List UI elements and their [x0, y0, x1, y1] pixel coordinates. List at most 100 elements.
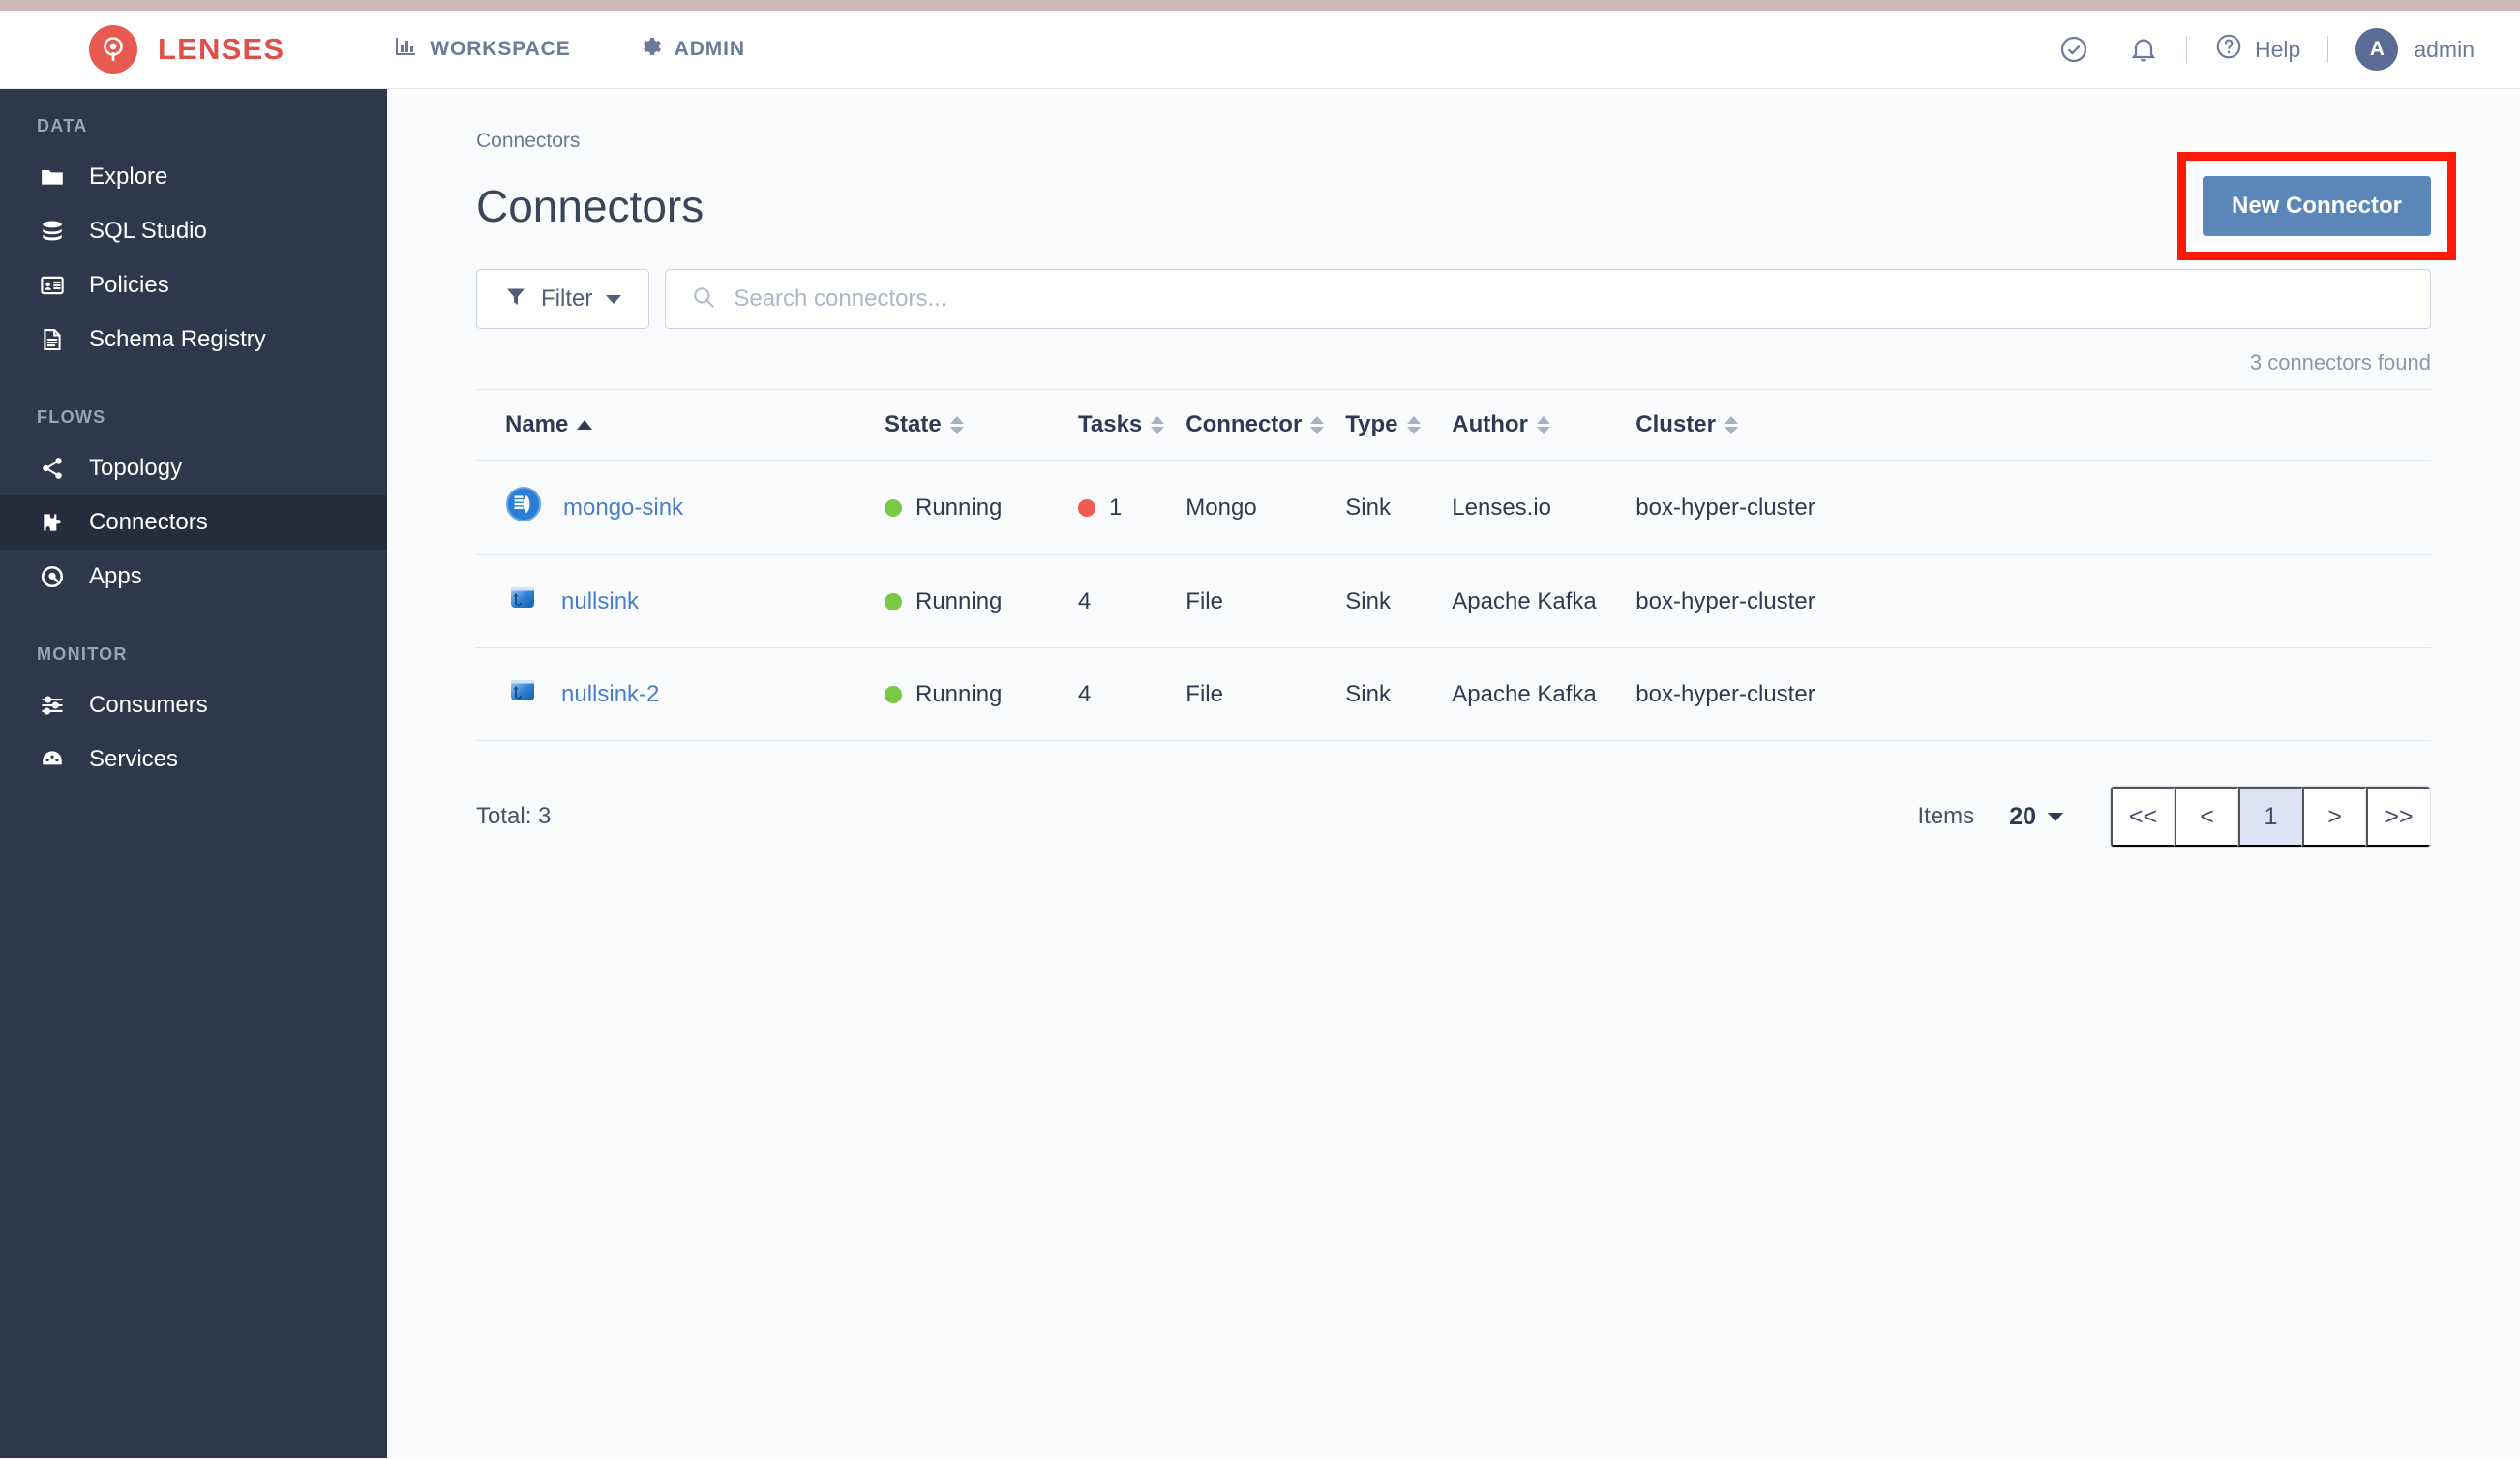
user-menu[interactable]: A admin: [2355, 28, 2475, 71]
gauge-icon: [37, 747, 68, 772]
sidebar-item-label: Schema Registry: [89, 326, 266, 352]
puzzle-piece-icon: [37, 510, 68, 535]
column-header-cluster[interactable]: Cluster: [1614, 389, 2431, 461]
sidebar-item-schema-registry[interactable]: Schema Registry: [0, 313, 387, 367]
column-header-cluster-label: Cluster: [1635, 411, 1716, 437]
sidebar-item-label: Explore: [89, 164, 168, 190]
gear-icon: [639, 35, 662, 64]
column-header-name[interactable]: Name: [476, 389, 863, 461]
column-header-author[interactable]: Author: [1430, 389, 1615, 461]
avatar: A: [2355, 28, 2399, 71]
sidebar-item-explore[interactable]: Explore: [0, 150, 387, 204]
table-footer: Total: 3 Items 20 << < 1 > >>: [476, 786, 2431, 848]
help-link[interactable]: Help: [2214, 32, 2300, 67]
column-header-name-label: Name: [505, 411, 569, 437]
filter-label: Filter: [541, 285, 593, 312]
help-label: Help: [2255, 36, 2301, 62]
table-row[interactable]: nullsink Running 4 File Sink Apache Kafk…: [476, 554, 2431, 648]
state-label: Running: [915, 680, 1003, 707]
column-header-connector[interactable]: Connector: [1164, 389, 1325, 461]
column-header-state[interactable]: State: [863, 389, 1057, 461]
sidebar-item-label: Apps: [89, 563, 142, 589]
results-count: 3 connectors found: [2249, 350, 2431, 374]
cell-name: nullsink: [476, 554, 863, 648]
connectors-table: Name State Tasks Connector Type Author C…: [476, 389, 2431, 741]
cell-state: Running: [863, 554, 1057, 648]
items-per-page-value: 20: [2009, 802, 2036, 830]
connector-name-link[interactable]: nullsink-2: [561, 681, 659, 708]
filter-button[interactable]: Filter: [476, 269, 650, 329]
sidebar-group-label: DATA: [37, 116, 88, 135]
cell-type: Sink: [1324, 647, 1431, 741]
main-content: Connectors Connectors New Connector Filt…: [387, 89, 2520, 1458]
sidebar-item-connectors[interactable]: Connectors: [0, 495, 387, 550]
bar-chart-icon: [394, 35, 417, 64]
brand[interactable]: LENSES: [89, 25, 285, 74]
search-input[interactable]: [734, 285, 2405, 313]
sort-neutral-icon: [1536, 415, 1550, 434]
column-header-type[interactable]: Type: [1324, 389, 1431, 461]
folder-icon: [37, 164, 68, 190]
sort-neutral-icon: [949, 415, 964, 434]
column-header-connector-label: Connector: [1185, 411, 1303, 437]
search-box[interactable]: [665, 269, 2431, 329]
sidebar-group-label: MONITOR: [37, 644, 128, 664]
new-connector-wrap: New Connector: [2176, 152, 2456, 260]
sort-neutral-icon: [1406, 415, 1421, 434]
sidebar-item-consumers[interactable]: Consumers: [0, 678, 387, 732]
breadcrumb[interactable]: Connectors: [476, 130, 2431, 153]
cell-tasks: 4: [1057, 554, 1165, 648]
total-count: Total: 3: [476, 803, 552, 829]
nav-workspace[interactable]: WORKSPACE: [394, 35, 570, 64]
browser-chrome-strip: [0, 0, 2520, 11]
table-row[interactable]: nullsink-2 Running 4 File Sink Apache Ka…: [476, 647, 2431, 741]
cell-connector: Mongo: [1164, 460, 1325, 555]
pager-page-1-button[interactable]: 1: [2238, 787, 2302, 847]
check-circle-icon[interactable]: [2058, 34, 2089, 65]
toolbar: Filter: [476, 269, 2431, 329]
column-header-tasks[interactable]: Tasks: [1057, 389, 1165, 461]
share-network-icon: [37, 456, 68, 481]
sidebar-item-services[interactable]: Services: [0, 732, 387, 787]
cell-cluster: box-hyper-cluster: [1614, 554, 2431, 648]
nav-admin-label: ADMIN: [674, 38, 745, 60]
mongodb-connector-icon: [505, 486, 542, 529]
chevron-down-icon: [606, 294, 622, 304]
pager-first-button[interactable]: <<: [2111, 787, 2175, 847]
pager-last-button[interactable]: >>: [2366, 787, 2430, 847]
pager: << < 1 > >>: [2110, 786, 2431, 848]
sidebar-item-topology[interactable]: Topology: [0, 441, 387, 495]
divider: [2327, 36, 2329, 63]
connector-name-link[interactable]: nullsink: [561, 588, 639, 615]
sidebar-item-sql-studio[interactable]: SQL Studio: [0, 204, 387, 258]
items-label: Items: [1917, 803, 1975, 829]
table-header-row: Name State Tasks Connector Type Author C…: [476, 389, 2431, 461]
cell-cluster: box-hyper-cluster: [1614, 460, 2431, 555]
nav-admin[interactable]: ADMIN: [639, 35, 745, 64]
tasks-count: 1: [1109, 493, 1123, 521]
sidebar-item-apps[interactable]: Apps: [0, 550, 387, 604]
cell-state: Running: [863, 460, 1057, 555]
status-dot-running: [885, 592, 902, 610]
page-title: Connectors: [476, 181, 705, 231]
database-icon: [37, 219, 68, 244]
sidebar-item-label: Consumers: [89, 692, 208, 718]
cell-connector: File: [1164, 554, 1325, 648]
new-connector-button[interactable]: New Connector: [2202, 176, 2431, 236]
connector-name-link[interactable]: mongo-sink: [563, 494, 683, 521]
cell-author: Apache Kafka: [1430, 647, 1615, 741]
sort-neutral-icon: [1151, 415, 1165, 434]
sidebar-item-label: Services: [89, 746, 179, 772]
app-header: LENSES WORKSPACE ADMIN Help A admin: [0, 11, 2520, 89]
funnel-icon: [504, 284, 527, 314]
pager-next-button[interactable]: >: [2302, 787, 2366, 847]
pager-prev-button[interactable]: <: [2175, 787, 2238, 847]
state-label: Running: [915, 587, 1003, 614]
column-header-author-label: Author: [1452, 411, 1528, 437]
items-per-page-select[interactable]: 20: [2009, 803, 2063, 831]
bell-icon[interactable]: [2128, 34, 2159, 65]
sidebar-item-policies[interactable]: Policies: [0, 258, 387, 313]
table-row[interactable]: mongo-sink Running 1 Mongo Sink Lenses.i…: [476, 460, 2431, 555]
document-icon: [37, 327, 68, 352]
sort-ascending-icon: [577, 420, 593, 430]
